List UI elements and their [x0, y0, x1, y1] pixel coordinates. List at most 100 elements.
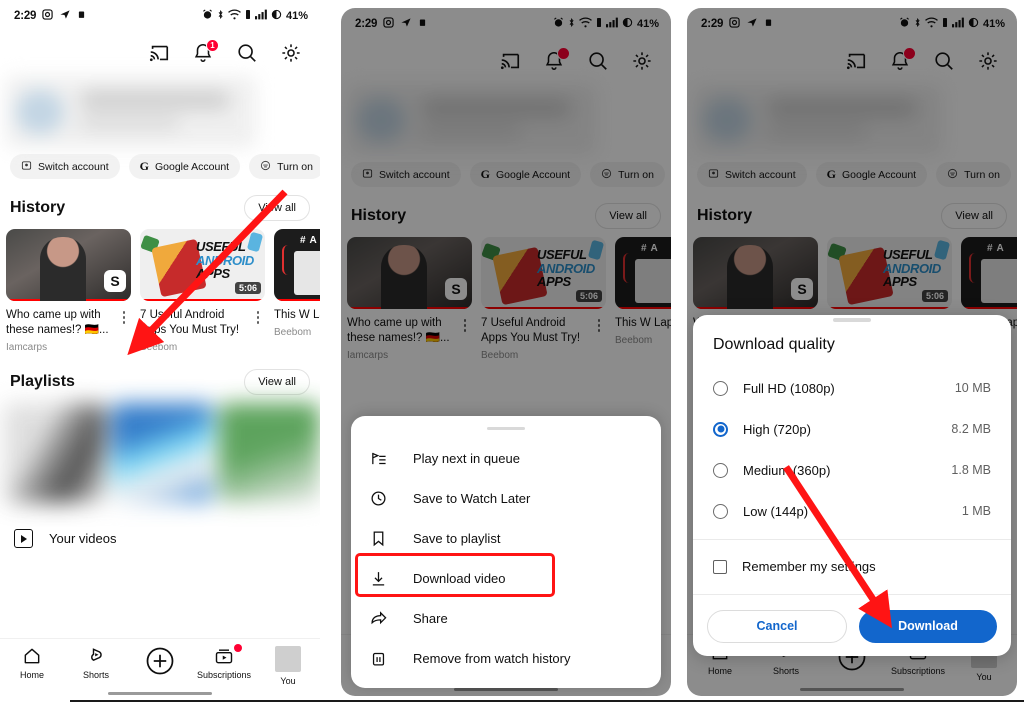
video-thumbnail[interactable]: S — [693, 237, 818, 309]
radio-button-selected[interactable] — [713, 421, 728, 437]
gesture-bar — [800, 687, 904, 691]
dialog-actions: Cancel Download — [693, 602, 1011, 656]
video-card[interactable]: USEFUL ANDROID APPS 5:06 7 Useful Androi… — [140, 229, 265, 353]
history-view-all-button[interactable]: View all — [244, 195, 310, 221]
download-button[interactable]: Download — [859, 609, 997, 643]
video-thumbnail[interactable]: USEFUL ANDROID APPS 5:06 — [481, 237, 606, 309]
video-title: 7 Useful Android Apps You Must Try! — [140, 309, 240, 336]
chip-turn-on-incognito[interactable]: Turn on — [936, 162, 1011, 187]
quality-option-low[interactable]: Low (144p) 1 MB — [693, 491, 1011, 532]
search-icon[interactable] — [933, 50, 955, 72]
signal-icon — [951, 17, 965, 31]
menu-item-label: Save to Watch Later — [413, 490, 531, 506]
cast-icon[interactable] — [499, 50, 521, 72]
playlist-thumbnail[interactable] — [218, 403, 320, 503]
battery-percent: 41% — [636, 18, 659, 30]
video-card[interactable]: S Who came up with these names!? 🇩🇪... I… — [347, 237, 472, 361]
thumb-text-line1: USEFUL — [537, 247, 587, 262]
chip-switch-account[interactable]: Switch account — [351, 162, 461, 187]
video-thumbnail[interactable]: #A — [615, 237, 671, 309]
playlist-thumbnail[interactable] — [111, 403, 213, 503]
settings-gear-icon[interactable] — [977, 50, 999, 72]
status-time: 2:29 — [701, 18, 724, 30]
video-more-options-icon[interactable] — [458, 316, 472, 361]
video-card[interactable]: S Who came up with these names!? 🇩🇪... I… — [6, 229, 131, 353]
menu-item-download-video[interactable]: Download video — [351, 558, 661, 598]
playlist-thumbnail[interactable] — [4, 403, 106, 503]
section-title-playlists: Playlists — [10, 373, 75, 390]
radio-button[interactable] — [713, 380, 728, 396]
video-thumbnail[interactable]: USEFUL ANDROID APPS 5:06 — [827, 237, 952, 309]
menu-item-play-next[interactable]: Play next in queue — [351, 438, 661, 478]
chip-switch-account[interactable]: Switch account — [10, 154, 120, 179]
google-g-icon: G — [480, 167, 490, 181]
video-title: Who came up with these names!? 🇩🇪... — [6, 309, 109, 336]
nav-subscriptions[interactable]: Subscriptions — [195, 644, 253, 680]
your-videos-row[interactable]: Your videos — [0, 515, 320, 562]
menu-item-label: Save to playlist — [413, 530, 501, 546]
menu-item-watch-later[interactable]: Save to Watch Later — [351, 478, 661, 518]
video-channel: Iamcarps — [6, 342, 48, 353]
gesture-bar — [454, 687, 558, 691]
cast-icon[interactable] — [148, 42, 170, 64]
video-card[interactable]: #A This W Laptop Beebom — [615, 237, 671, 361]
radio-button[interactable] — [713, 462, 728, 478]
video-card[interactable]: USEFUL ANDROID APPS 5:06 7 Useful Androi… — [481, 237, 606, 361]
playlists-view-all-button[interactable]: View all — [244, 369, 310, 395]
video-thumbnail[interactable]: USEFUL ANDROID APPS 5:06 — [140, 229, 265, 301]
video-card[interactable]: #A This W Laptop Beebom — [274, 229, 320, 353]
sheet-grabber[interactable] — [487, 426, 525, 430]
sheet-grabber[interactable] — [833, 318, 871, 322]
nav-create[interactable] — [131, 646, 189, 676]
chip-switch-account[interactable]: Switch account — [697, 162, 807, 187]
chip-google-account[interactable]: G Google Account — [128, 154, 241, 179]
quality-option-high[interactable]: High (720p) 8.2 MB — [693, 409, 1011, 450]
video-more-options-icon[interactable] — [251, 308, 265, 353]
search-icon[interactable] — [236, 42, 258, 64]
notifications-icon[interactable] — [889, 47, 916, 72]
status-bar: 2:29 41% — [341, 8, 671, 40]
avatar-icon — [275, 646, 301, 672]
radio-button[interactable] — [713, 503, 728, 519]
nav-shorts[interactable]: Shorts — [67, 646, 125, 680]
history-view-all-button[interactable]: View all — [941, 203, 1007, 229]
chip-google-account[interactable]: G Google Account — [469, 162, 582, 187]
video-thumbnail[interactable]: S — [6, 229, 131, 301]
notifications-icon[interactable] — [543, 47, 570, 72]
battery-percent: 41% — [982, 18, 1005, 30]
settings-gear-icon[interactable] — [280, 42, 302, 64]
cast-icon[interactable] — [845, 50, 867, 72]
checkbox[interactable] — [713, 559, 727, 574]
vibrate-icon — [595, 17, 603, 31]
video-thumbnail[interactable]: #A — [961, 237, 1017, 309]
play-next-icon — [369, 450, 387, 467]
thumb-text-line1: USEFUL — [196, 239, 246, 254]
cancel-button[interactable]: Cancel — [707, 609, 847, 643]
notification-badge — [557, 47, 570, 60]
nav-you[interactable]: You — [259, 646, 317, 686]
menu-item-remove-history[interactable]: Remove from watch history — [351, 638, 661, 678]
search-icon[interactable] — [587, 50, 609, 72]
history-row: S Who came up with these names!? 🇩🇪... I… — [341, 237, 671, 361]
history-view-all-button[interactable]: View all — [595, 203, 661, 229]
quality-option-medium[interactable]: Medium (360p) 1.8 MB — [693, 450, 1011, 491]
menu-item-share[interactable]: Share — [351, 598, 661, 638]
video-more-options-icon[interactable] — [117, 308, 131, 353]
status-time: 2:29 — [355, 18, 378, 30]
history-row: S Who came up with these names!? 🇩🇪... I… — [0, 229, 320, 353]
video-more-options-icon[interactable] — [592, 316, 606, 361]
nav-home[interactable]: Home — [3, 646, 61, 680]
chip-turn-on-incognito[interactable]: Turn on — [249, 154, 320, 179]
history-section-header: History View all — [0, 179, 320, 229]
settings-gear-icon[interactable] — [631, 50, 653, 72]
notifications-icon[interactable]: 1 — [192, 39, 219, 64]
menu-item-save-playlist[interactable]: Save to playlist — [351, 518, 661, 558]
remember-settings-row[interactable]: Remember my settings — [693, 547, 1011, 587]
video-thumbnail[interactable]: S — [347, 237, 472, 309]
chip-google-account[interactable]: G Google Account — [815, 162, 928, 187]
chip-turn-on-incognito[interactable]: Turn on — [590, 162, 665, 187]
battery-icon — [622, 17, 633, 31]
snapchat-badge-icon: S — [791, 278, 813, 300]
quality-option-full-hd[interactable]: Full HD (1080p) 10 MB — [693, 368, 1011, 409]
video-thumbnail[interactable]: #A — [274, 229, 320, 301]
